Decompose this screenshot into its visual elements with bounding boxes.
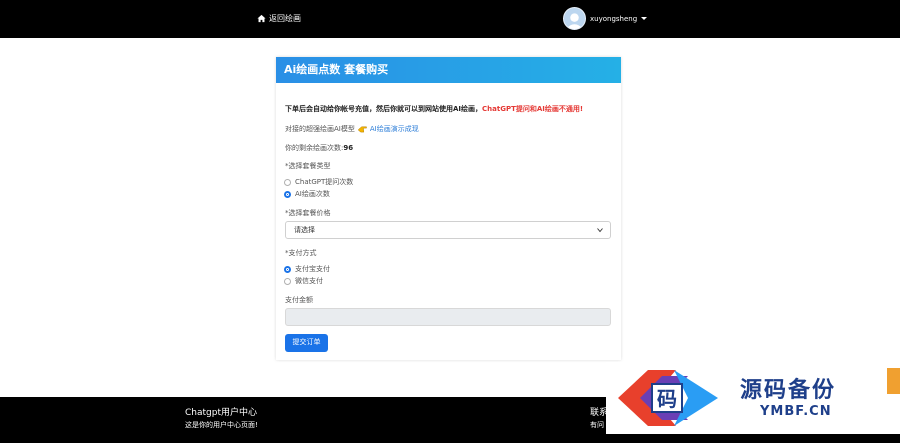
chevron-down-icon xyxy=(597,228,603,233)
radio-unselected-icon xyxy=(284,178,291,186)
back-to-drawing-link[interactable]: 返回绘画 xyxy=(257,13,301,24)
payment-method-label: *支付方式 xyxy=(285,249,317,257)
home-icon xyxy=(257,14,266,23)
notice-main-text: 下单后会自动给你帐号充值，然后你就可以到网站使用AI绘画， xyxy=(285,105,483,113)
submit-order-button[interactable]: 提交订单 xyxy=(285,334,328,352)
package-type-option-label: ChatGPT提问次数 xyxy=(295,178,354,186)
package-type-option-label: AI绘画次数 xyxy=(295,190,330,198)
radio-selected-icon xyxy=(284,265,291,273)
payment-option-label: 微信支付 xyxy=(295,277,323,285)
model-info: 对接的超强绘画AI模型 AI绘画演示成现 xyxy=(285,124,419,134)
username: xuyongsheng xyxy=(590,14,638,23)
model-label: 对接的超强绘画AI模型 xyxy=(285,125,355,133)
payment-option-alipay[interactable]: 支付宝支付 xyxy=(284,264,330,274)
back-to-drawing-label: 返回绘画 xyxy=(269,14,301,23)
watermark: 码 源码备份 YMBF.CN xyxy=(606,362,900,434)
remaining-count: 你的剩余绘画次数:96 xyxy=(285,143,353,153)
price-select-value: 请选择 xyxy=(294,226,315,234)
payment-option-label: 支付宝支付 xyxy=(295,265,330,273)
purchase-card: Ai绘画点数 套餐购买 下单后会自动给你帐号充值，然后你就可以到网站使用AI绘画… xyxy=(276,57,621,360)
avatar xyxy=(563,7,586,30)
watermark-logo-char: 码 xyxy=(657,387,677,411)
footer-title: Chatgpt用户中心 xyxy=(185,408,257,418)
remaining-count-label: 你的剩余绘画次数: xyxy=(285,144,344,152)
watermark-cn-text: 源码备份 xyxy=(740,377,837,403)
demo-link[interactable]: AI绘画演示成现 xyxy=(370,124,419,134)
price-label: *选择套餐价格 xyxy=(285,209,331,217)
purchase-notice: 下单后会自动给你帐号充值，然后你就可以到网站使用AI绘画，ChatGPT提问和A… xyxy=(285,104,583,114)
package-type-option-chatgpt[interactable]: ChatGPT提问次数 xyxy=(284,177,353,187)
radio-unselected-icon xyxy=(284,277,291,285)
watermark-logo-icon: 码 xyxy=(618,370,718,426)
watermark-en-text: YMBF.CN xyxy=(760,404,832,419)
remaining-count-value: 96 xyxy=(343,144,354,152)
user-avatar-icon xyxy=(566,13,583,29)
watermark-orange-tag xyxy=(887,368,900,394)
pointing-hand-icon xyxy=(358,126,367,133)
amount-field xyxy=(285,308,611,326)
card-title: Ai绘画点数 套餐购买 xyxy=(276,57,621,83)
amount-label: 支付金额 xyxy=(285,296,313,304)
radio-selected-icon xyxy=(284,190,291,198)
user-menu-toggle[interactable]: xuyongsheng xyxy=(563,7,648,30)
payment-option-wechat[interactable]: 微信支付 xyxy=(284,276,323,286)
footer-contact-text: 有问 xyxy=(590,421,604,429)
price-select[interactable]: 请选择 xyxy=(285,221,611,239)
notice-warning-text: ChatGPT提问和AI绘画不通用! xyxy=(482,105,584,113)
package-type-option-ai-drawing[interactable]: AI绘画次数 xyxy=(284,189,330,199)
package-type-label: *选择套餐类型 xyxy=(285,162,331,170)
top-navbar: 返回绘画 xuyongsheng xyxy=(0,0,900,38)
caret-down-icon xyxy=(641,17,648,20)
footer-subtitle: 这是你的用户中心页面! xyxy=(185,421,258,429)
